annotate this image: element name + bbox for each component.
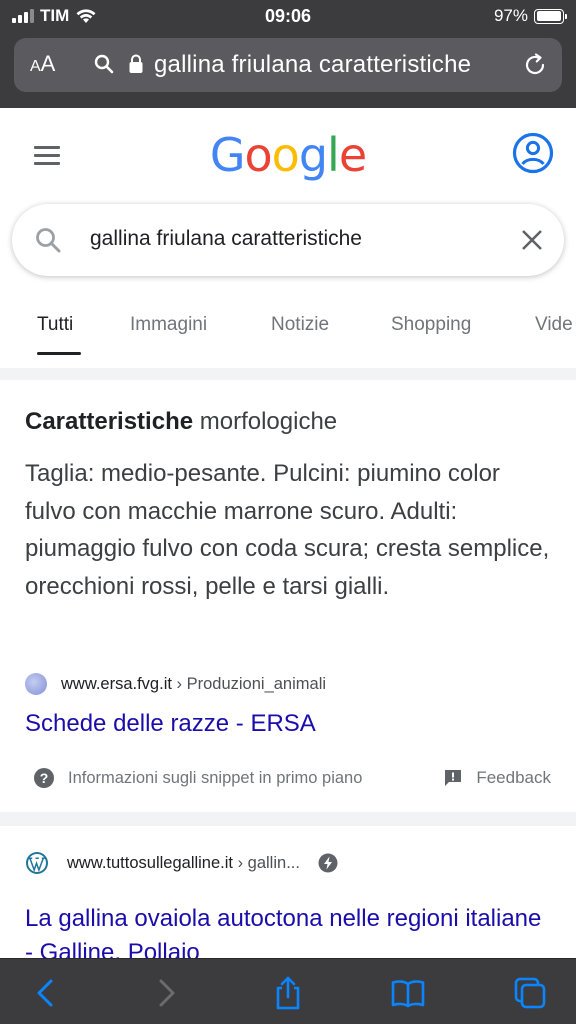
search-input[interactable]: gallina friulana caratteristiche: [90, 227, 362, 251]
search-icon[interactable]: [34, 226, 62, 254]
logo-letter: o: [244, 128, 273, 182]
tab-video[interactable]: Vide: [535, 314, 573, 336]
battery-icon: [534, 8, 567, 24]
status-right: 97%: [493, 6, 567, 26]
account-icon[interactable]: [512, 132, 554, 174]
search-icon: [94, 54, 114, 74]
source-breadcrumb: › Produzioni_animali: [171, 674, 327, 693]
tab-notizie[interactable]: Notizie: [271, 314, 329, 336]
search-tabs: Tutti Immagini Notizie Shopping Vide: [0, 304, 576, 364]
feedback-label: Feedback: [476, 768, 551, 787]
source-breadcrumb: › gallin...: [233, 853, 300, 872]
status-bar: TIM 09:06 97%: [0, 0, 576, 32]
address-bar[interactable]: AA gallina friulana caratteristiche: [14, 38, 562, 92]
bookmarks-icon[interactable]: [390, 975, 426, 1011]
search-result-card: www.tuttosullegalline.it › gallin... La …: [0, 826, 576, 960]
snippet-heading-rest: morfologiche: [193, 408, 338, 435]
feedback-button[interactable]: Feedback: [444, 766, 551, 790]
url-text[interactable]: gallina friulana caratteristiche: [154, 51, 471, 79]
search-box[interactable]: gallina friulana caratteristiche: [12, 204, 564, 276]
text-size-button[interactable]: AA: [30, 51, 55, 77]
snippet-result-link[interactable]: Schede delle razze - ERSA: [25, 710, 316, 738]
tabs-icon[interactable]: [512, 975, 548, 1011]
safari-bottom-toolbar: [0, 958, 576, 1024]
tab-shopping[interactable]: Shopping: [391, 314, 471, 336]
forward-icon[interactable]: [148, 975, 184, 1011]
globe-icon: [25, 673, 47, 695]
back-icon[interactable]: [28, 975, 64, 1011]
battery-percent: 97%: [493, 6, 528, 25]
wordpress-icon: [26, 852, 48, 874]
reload-icon[interactable]: [522, 52, 548, 78]
google-logo[interactable]: Google: [0, 128, 576, 182]
feedback-icon: [445, 770, 462, 786]
snippet-heading: Caratteristiche morfologiche: [25, 408, 337, 436]
logo-letter: g: [298, 128, 328, 182]
amp-icon: [318, 853, 338, 873]
logo-letter: l: [327, 128, 340, 182]
tab-immagini[interactable]: Immagini: [130, 314, 207, 336]
result-source[interactable]: www.tuttosullegalline.it › gallin...: [25, 850, 338, 876]
snippet-body: Taglia: medio-pesante. Pulcini: piumino …: [25, 460, 550, 600]
logo-letter: o: [271, 128, 300, 182]
snippet-info-link[interactable]: ? Informazioni sugli snippet in primo pi…: [34, 766, 362, 790]
logo-letter: G: [209, 128, 246, 182]
clear-icon[interactable]: [520, 228, 544, 252]
logo-letter: e: [338, 128, 367, 182]
result-title-link[interactable]: La gallina ovaiola autoctona nelle regio…: [25, 902, 555, 960]
google-results-page: Google gallina friulana caratteristiche …: [0, 108, 576, 960]
status-time: 09:06: [264, 6, 312, 26]
snippet-heading-bold: Caratteristiche: [25, 408, 194, 435]
snippet-source[interactable]: www.ersa.fvg.it › Produzioni_animali: [25, 670, 326, 698]
safari-top-chrome: TIM 09:06 97% AA gallina friulana caratt…: [0, 0, 576, 108]
snippet-info-label: Informazioni sugli snippet in primo pian…: [68, 768, 363, 787]
google-header: Google gallina friulana caratteristiche …: [0, 108, 576, 368]
tab-tutti[interactable]: Tutti: [37, 314, 73, 336]
lock-icon: [129, 54, 143, 73]
source-domain: www.ersa.fvg.it: [61, 674, 172, 693]
featured-snippet-card: Caratteristiche morfologiche Taglia: med…: [0, 380, 576, 812]
source-domain: www.tuttosullegalline.it: [67, 853, 233, 872]
share-icon[interactable]: [270, 975, 306, 1011]
help-icon: ?: [34, 768, 54, 788]
active-tab-indicator: [37, 352, 81, 355]
